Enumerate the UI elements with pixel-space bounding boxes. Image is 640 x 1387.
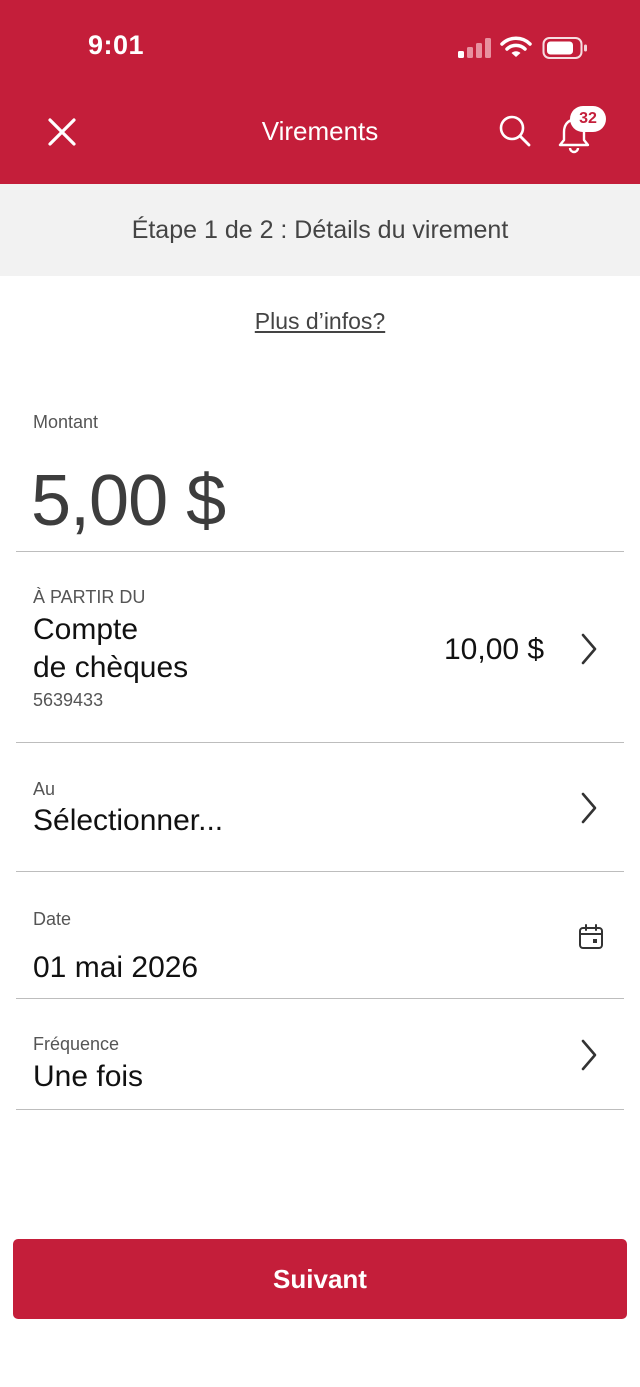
chevron-right-icon [581,1039,597,1071]
from-account-number: 5639433 [33,690,104,710]
from-label: À PARTIR DU [33,587,146,607]
from-account-selector[interactable]: À PARTIR DU Compte de chèques 5639433 10… [16,552,624,743]
to-account-selector[interactable]: Au Sélectionner... [16,743,624,872]
app-header: 9:01 Virements 32 [0,0,640,184]
to-value: Sélectionner... [33,804,224,837]
amount-value[interactable]: 5,00 $ [31,460,226,542]
next-button[interactable]: Suivant [13,1239,627,1319]
wifi-icon [500,36,532,57]
more-info: Plus d’infos? [0,308,640,335]
from-account-name-line2: de chèques [33,651,189,684]
more-info-link[interactable]: Plus d’infos? [255,308,385,334]
date-value: 01 mai 2026 [33,951,199,984]
page-title: Virements [261,116,379,146]
signal-icon [458,38,491,58]
close-button[interactable] [38,108,86,156]
amount-label: Montant [33,412,99,432]
date-label: Date [33,909,72,929]
search-icon [499,115,531,147]
status-time: 9:01 [88,30,145,60]
calendar-icon[interactable] [578,924,604,950]
notification-badge: 32 [570,106,606,132]
step-text: Étape 1 de 2 : Détails du virement [131,215,509,244]
frequency-selector[interactable]: Fréquence Une fois [16,999,624,1110]
from-account-balance: 10,00 $ [444,633,545,666]
chevron-right-icon [581,792,597,824]
close-icon [48,118,76,146]
date-field[interactable]: Date 01 mai 2026 [16,872,624,999]
battery-icon [542,37,587,59]
step-indicator: Étape 1 de 2 : Détails du virement [0,184,640,276]
to-label: Au [33,779,56,799]
amount-field[interactable]: Montant 5,00 $ [16,380,624,552]
frequency-value: Une fois [33,1060,144,1093]
chevron-right-icon [581,633,597,665]
frequency-label: Fréquence [33,1034,120,1054]
from-account-name-line1: Compte [33,613,139,646]
search-button[interactable] [492,108,538,154]
next-button-label: Suivant [273,1263,367,1294]
